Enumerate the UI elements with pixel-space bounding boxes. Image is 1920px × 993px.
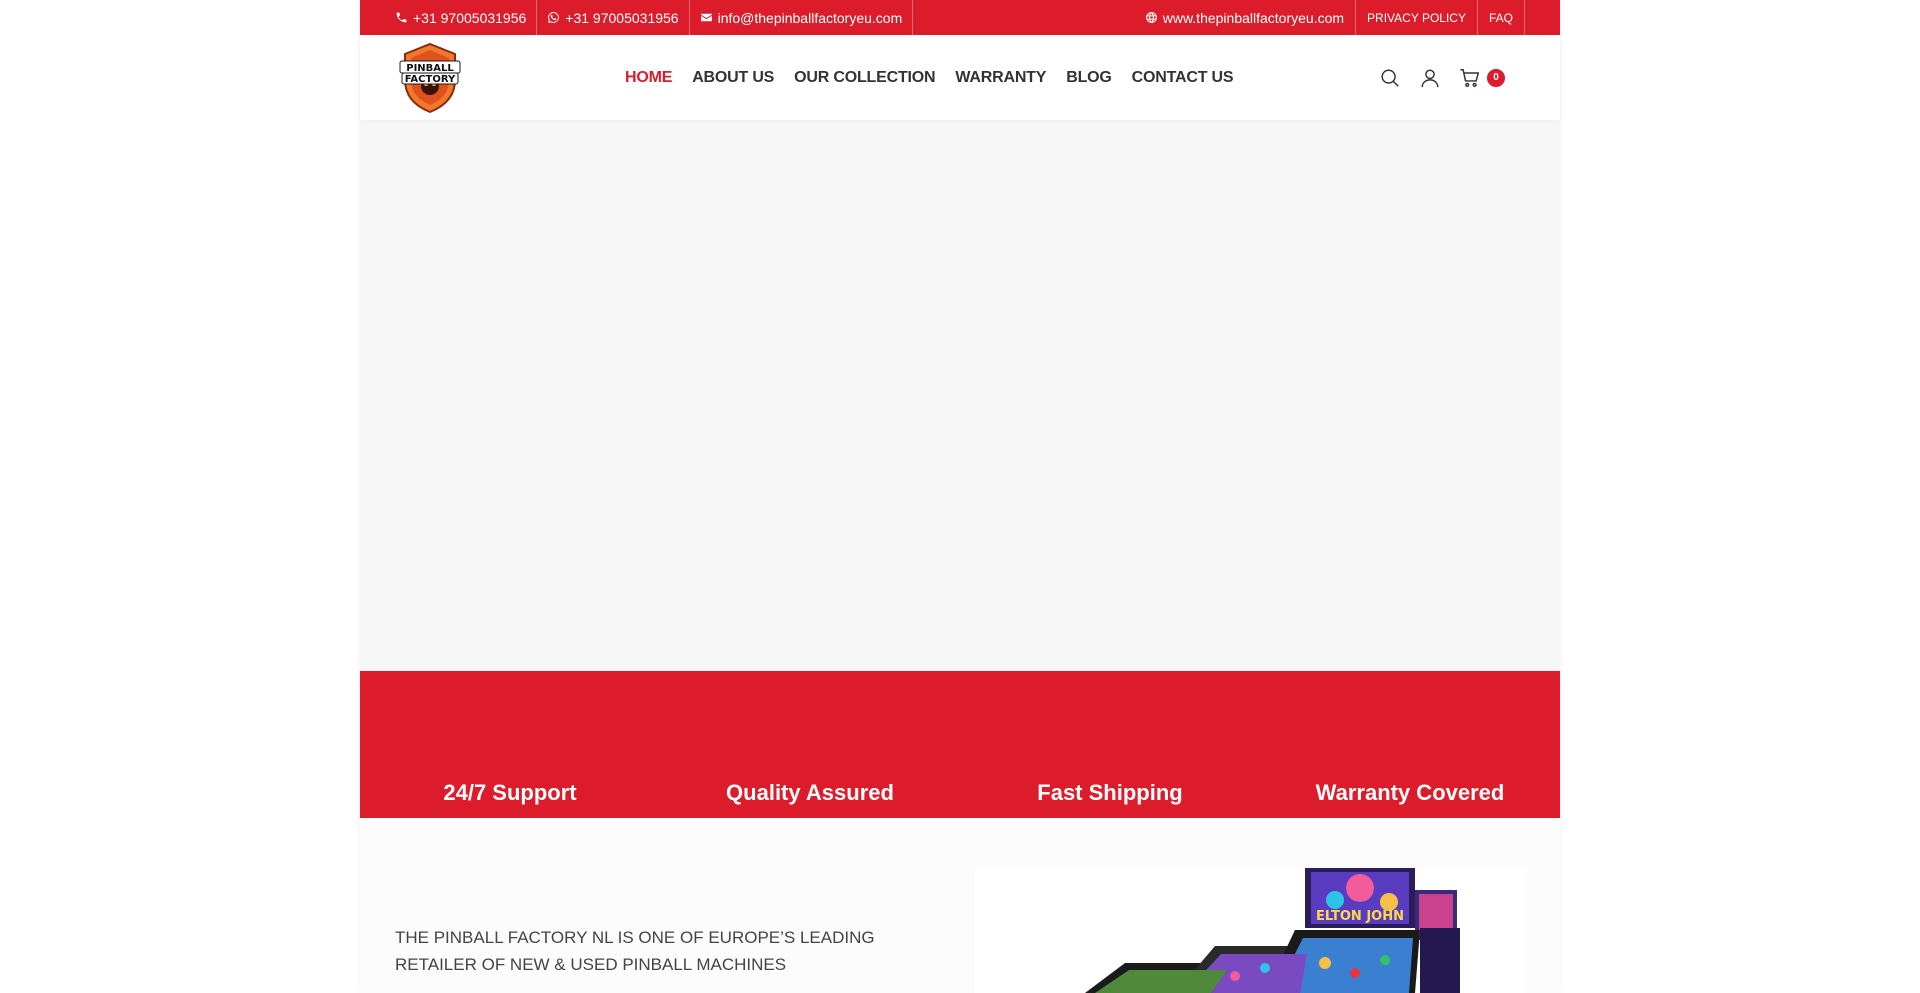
- email-link[interactable]: info@thepinballfactoryeu.com: [690, 0, 914, 35]
- header-tools: 0: [1379, 35, 1505, 120]
- about-section: THE PINBALL FACTORY NL IS ONE OF EUROPE’…: [360, 818, 1560, 993]
- privacy-policy-link[interactable]: PRIVACY POLICY: [1356, 0, 1478, 35]
- about-heading: THE PINBALL FACTORY NL IS ONE OF EUROPE’…: [395, 928, 875, 974]
- privacy-policy-label: PRIVACY POLICY: [1367, 10, 1466, 25]
- faq-link[interactable]: FAQ: [1478, 0, 1525, 35]
- nav-contact-us[interactable]: CONTACT US: [1132, 69, 1234, 87]
- nav-warranty[interactable]: WARRANTY: [955, 69, 1046, 87]
- pinball-machines-image: ELTON JOHN: [975, 868, 1526, 993]
- feature-quality-label: Quality Assured: [726, 780, 894, 805]
- features-band: 24/7 Support Quality Assured Fast Shippi…: [360, 671, 1560, 818]
- main-navigation: HOME ABOUT US OUR COLLECTION WARRANTY BL…: [625, 35, 1234, 120]
- page-container: +31 97005031956 +31 97005031956 info@the…: [360, 0, 1560, 993]
- cart-icon: [1460, 68, 1480, 87]
- whatsapp-icon: [548, 12, 560, 23]
- account-button[interactable]: [1419, 67, 1441, 89]
- main-header: PINBALL FACTORY HOME ABOUT US OUR COLLEC…: [360, 35, 1560, 120]
- faq-label: FAQ: [1488, 10, 1513, 25]
- nav-about-us[interactable]: ABOUT US: [692, 69, 774, 87]
- phone-icon: [396, 12, 407, 23]
- website-link[interactable]: www.thepinballfactoryeu.com: [1145, 0, 1357, 35]
- feature-quality: Quality Assured: [660, 780, 960, 806]
- feature-shipping-label: Fast Shipping: [1037, 780, 1183, 805]
- whatsapp-number: +31 97005031956: [565, 9, 679, 26]
- envelope-icon: [700, 13, 712, 22]
- nav-home[interactable]: HOME: [625, 69, 672, 87]
- cart-count-badge: 0: [1487, 68, 1505, 87]
- pinball-factory-logo: PINBALL FACTORY: [399, 42, 461, 113]
- feature-warranty-label: Warranty Covered: [1315, 780, 1505, 805]
- email-address: info@thepinballfactoryeu.com: [717, 9, 903, 26]
- feature-warranty: Warranty Covered: [1260, 780, 1560, 806]
- pinball-machines-illustration: ELTON JOHN: [1085, 868, 1460, 993]
- search-icon: [1381, 68, 1399, 87]
- website-url: www.thepinballfactoryeu.com: [1162, 9, 1345, 26]
- top-bar: +31 97005031956 +31 97005031956 info@the…: [360, 0, 1560, 35]
- cart-button[interactable]: 0: [1459, 67, 1505, 89]
- search-button[interactable]: [1379, 67, 1401, 89]
- hero-banner: [360, 120, 1560, 671]
- phone-link[interactable]: +31 97005031956: [395, 0, 538, 35]
- feature-support-label: 24/7 Support: [443, 780, 577, 805]
- whatsapp-link[interactable]: +31 97005031956: [537, 0, 690, 35]
- globe-icon: [1145, 12, 1157, 23]
- logo-text-bottom: FACTORY: [405, 74, 456, 85]
- nav-blog[interactable]: BLOG: [1066, 69, 1112, 87]
- nav-our-collection[interactable]: OUR COLLECTION: [794, 69, 935, 87]
- top-bar-contacts: +31 97005031956 +31 97005031956 info@the…: [395, 0, 914, 35]
- site-logo[interactable]: PINBALL FACTORY: [395, 40, 465, 116]
- logo-text-top: PINBALL: [406, 63, 454, 74]
- top-bar-links: www.thepinballfactoryeu.com PRIVACY POLI…: [1145, 0, 1525, 35]
- cart-icon-wrap: [1459, 67, 1481, 89]
- phone-number: +31 97005031956: [413, 9, 527, 26]
- feature-support: 24/7 Support: [360, 780, 660, 806]
- user-icon: [1421, 68, 1439, 87]
- feature-shipping: Fast Shipping: [960, 780, 1260, 806]
- machine-title-text: ELTON JOHN: [1316, 909, 1404, 924]
